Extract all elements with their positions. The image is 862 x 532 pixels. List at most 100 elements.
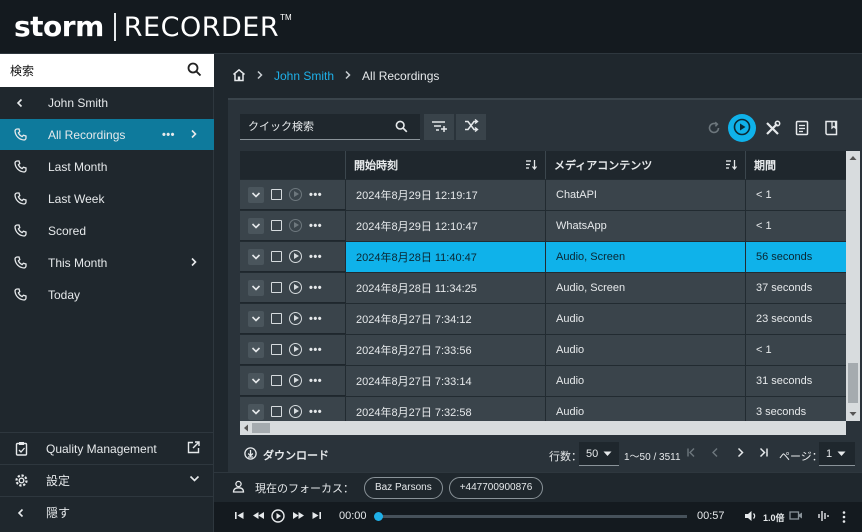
expand-row-button[interactable] xyxy=(248,186,264,203)
row-play-icon[interactable] xyxy=(289,219,302,232)
row-checkbox[interactable] xyxy=(271,375,282,386)
row-more-icon[interactable]: ••• xyxy=(309,375,322,387)
column-header-start-time[interactable]: 開始時刻 xyxy=(346,151,546,179)
row-checkbox[interactable] xyxy=(271,220,282,231)
column-header-duration[interactable]: 期間 xyxy=(746,151,846,179)
table-row[interactable]: ••• 2024年8月27日 7:34:12 Audio 23 seconds xyxy=(240,303,846,334)
expand-row-button[interactable] xyxy=(248,279,264,296)
sort-icon[interactable] xyxy=(725,159,737,173)
tools-icon[interactable] xyxy=(760,116,784,140)
table-row[interactable]: ••• 2024年8月29日 12:19:17 ChatAPI < 1 xyxy=(240,179,846,210)
volume-icon[interactable] xyxy=(744,510,758,525)
table-row[interactable]: ••• 2024年8月28日 11:34:25 Audio, Screen 37… xyxy=(240,272,846,303)
sidebar-back-john-smith[interactable]: John Smith xyxy=(0,87,214,118)
row-checkbox[interactable] xyxy=(271,406,282,417)
play-circle-button[interactable] xyxy=(728,114,756,142)
last-page-icon[interactable] xyxy=(758,447,769,461)
row-more-icon[interactable]: ••• xyxy=(309,313,322,325)
sidebar-item-last-week[interactable]: Last Week xyxy=(0,183,214,214)
row-more-icon[interactable]: ••• xyxy=(309,406,322,418)
row-more-icon[interactable]: ••• xyxy=(309,251,322,263)
row-play-icon[interactable] xyxy=(289,405,302,418)
expand-row-button[interactable] xyxy=(248,248,264,265)
sidebar-hide-button[interactable]: 隠す xyxy=(0,496,214,528)
shuffle-button[interactable] xyxy=(456,114,486,140)
expand-row-button[interactable] xyxy=(248,403,264,420)
playback-speed[interactable]: 1.0倍 xyxy=(763,511,785,524)
row-checkbox[interactable] xyxy=(271,189,282,200)
row-more-icon[interactable]: ••• xyxy=(309,220,322,232)
sidebar-search xyxy=(0,54,214,87)
notes-icon[interactable] xyxy=(790,116,814,140)
row-checkbox[interactable] xyxy=(271,344,282,355)
row-play-icon[interactable] xyxy=(289,343,302,356)
screen-video-icon[interactable] xyxy=(789,510,803,524)
expand-row-button[interactable] xyxy=(248,217,264,234)
sidebar-item-last-month[interactable]: Last Month xyxy=(0,151,214,182)
add-filter-button[interactable] xyxy=(424,114,454,140)
refresh-icon[interactable] xyxy=(702,116,726,140)
more-options-icon[interactable]: ••• xyxy=(162,129,175,141)
chevron-down-icon[interactable] xyxy=(189,473,200,487)
expand-row-button[interactable] xyxy=(248,310,264,327)
row-play-icon[interactable] xyxy=(289,312,302,325)
row-checkbox[interactable] xyxy=(271,313,282,324)
playback-progress[interactable] xyxy=(374,512,687,521)
previous-page-icon[interactable] xyxy=(710,447,721,461)
table-row[interactable]: ••• 2024年8月29日 12:10:47 WhatsApp < 1 xyxy=(240,210,846,241)
download-button[interactable]: ダウンロード xyxy=(244,447,329,463)
home-icon[interactable] xyxy=(232,68,246,85)
skip-to-end-icon[interactable] xyxy=(311,510,322,524)
sidebar-item-all-recordings[interactable]: All Recordings ••• xyxy=(0,119,214,150)
row-play-icon[interactable] xyxy=(289,374,302,387)
vertical-scrollbar[interactable] xyxy=(846,151,860,421)
row-play-icon[interactable] xyxy=(289,188,302,201)
sidebar-item-quality-management[interactable]: Quality Management xyxy=(0,432,214,464)
table-row-selected[interactable]: ••• 2024年8月28日 11:40:47 Audio, Screen 56… xyxy=(240,241,846,272)
waveform-icon[interactable] xyxy=(817,510,831,525)
row-more-icon[interactable]: ••• xyxy=(309,282,322,294)
sidebar-item-settings[interactable]: 設定 xyxy=(0,464,214,496)
playback-knob[interactable] xyxy=(374,512,383,521)
focus-chip-person[interactable]: Baz Parsons xyxy=(364,476,443,499)
first-page-icon[interactable] xyxy=(686,447,697,461)
rows-per-page-select[interactable]: 50 xyxy=(579,442,619,466)
chevron-right-icon[interactable] xyxy=(189,256,198,270)
row-checkbox[interactable] xyxy=(271,251,282,262)
sort-icon[interactable] xyxy=(525,159,537,173)
breadcrumb-link-john-smith[interactable]: John Smith xyxy=(274,69,334,83)
sidebar-search-input[interactable] xyxy=(0,54,170,87)
next-page-icon[interactable] xyxy=(735,447,746,461)
column-header-media-content[interactable]: メディアコンテンツ xyxy=(546,151,746,179)
focus-chip-phone[interactable]: +447700900876 xyxy=(448,476,544,499)
play-icon[interactable] xyxy=(271,509,285,526)
chevron-right-icon[interactable] xyxy=(189,128,198,142)
more-options-icon[interactable] xyxy=(841,510,847,527)
quick-search-input[interactable] xyxy=(240,120,390,133)
sidebar-item-this-month[interactable]: This Month xyxy=(0,247,214,278)
fast-forward-icon[interactable] xyxy=(292,510,305,524)
search-icon[interactable] xyxy=(395,120,408,136)
search-icon[interactable] xyxy=(187,62,202,80)
row-more-icon[interactable]: ••• xyxy=(309,344,322,356)
expand-row-button[interactable] xyxy=(248,372,264,389)
sidebar-item-today[interactable]: Today xyxy=(0,279,214,310)
row-checkbox[interactable] xyxy=(271,282,282,293)
sidebar-item-scored[interactable]: Scored xyxy=(0,215,214,246)
bookmark-book-icon[interactable] xyxy=(819,116,843,140)
external-link-icon[interactable] xyxy=(187,441,200,457)
skip-to-start-icon[interactable] xyxy=(234,510,245,524)
page-select[interactable]: 1 xyxy=(819,442,855,466)
row-play-icon[interactable] xyxy=(289,250,302,263)
table-row[interactable]: ••• 2024年8月27日 7:32:58 Audio 3 seconds xyxy=(240,396,846,421)
scrollbar-thumb[interactable] xyxy=(252,423,270,433)
expand-row-button[interactable] xyxy=(248,341,264,358)
row-play-icon[interactable] xyxy=(289,281,302,294)
scrollbar-thumb[interactable] xyxy=(848,363,858,403)
horizontal-scrollbar[interactable] xyxy=(240,421,846,435)
row-more-icon[interactable]: ••• xyxy=(309,189,322,201)
play-icon xyxy=(733,118,751,139)
table-row[interactable]: ••• 2024年8月27日 7:33:14 Audio 31 seconds xyxy=(240,365,846,396)
table-row[interactable]: ••• 2024年8月27日 7:33:56 Audio < 1 xyxy=(240,334,846,365)
rewind-icon[interactable] xyxy=(252,510,265,524)
